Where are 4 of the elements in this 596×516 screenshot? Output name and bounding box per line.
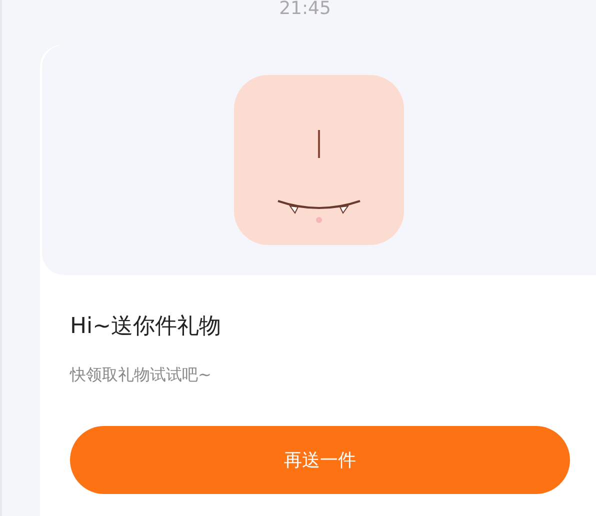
gift-subtitle: 快领取礼物试试吧~ (70, 365, 212, 386)
send-again-button[interactable]: 再送一件 (70, 426, 570, 494)
gift-title: Hi~送你件礼物 (70, 313, 222, 341)
message-time: 21:45 (278, 0, 332, 18)
